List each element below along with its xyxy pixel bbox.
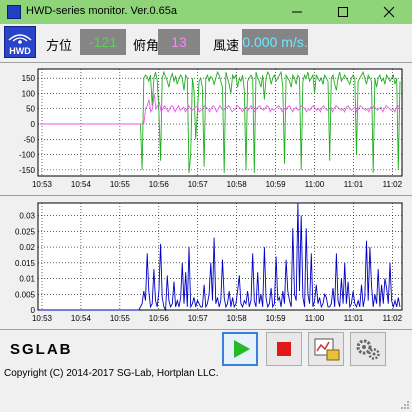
y-tick-label: -50 bbox=[23, 135, 35, 144]
window-title: HWD-series monitor. Ver.0.65a bbox=[26, 5, 178, 17]
close-button[interactable] bbox=[366, 0, 412, 24]
y-tick-label: -100 bbox=[19, 151, 36, 160]
y-tick-label: 0.02 bbox=[19, 243, 35, 252]
x-tick-label: 11:00 bbox=[305, 314, 325, 323]
close-icon bbox=[383, 6, 395, 18]
play-button[interactable] bbox=[222, 332, 258, 366]
svg-text:HWD: HWD bbox=[9, 46, 31, 56]
azimuth-label: 方位 bbox=[46, 38, 73, 53]
y-tick-label: 0.005 bbox=[15, 290, 36, 299]
x-tick-label: 10:56 bbox=[149, 180, 170, 189]
y-tick-label: 150 bbox=[22, 74, 36, 83]
minimize-button[interactable] bbox=[274, 0, 320, 24]
x-tick-label: 10:58 bbox=[227, 314, 248, 323]
sglab-logo: SGLAB bbox=[10, 341, 73, 358]
gear-icon bbox=[356, 339, 380, 360]
x-tick-label: 10:57 bbox=[188, 180, 209, 189]
x-tick-label: 10:54 bbox=[71, 180, 92, 189]
wind-speed-value: 0.000 m/s. bbox=[242, 29, 308, 55]
x-tick-label: 10:58 bbox=[227, 180, 248, 189]
x-tick-label: 11:01 bbox=[344, 180, 364, 189]
app-icon bbox=[7, 5, 21, 19]
angle-plot-area bbox=[37, 68, 403, 177]
azimuth-value: -121 bbox=[80, 29, 126, 55]
angle-chart: 150 100 50 0 -50 -100 -150 10:53 10:54 10:55 10:5… bbox=[19, 68, 403, 189]
maximize-icon bbox=[338, 7, 348, 17]
y-tick-label: 0.015 bbox=[15, 259, 36, 268]
readout-header: HWD 方位 -121 俯角 13 風速 0.000 m/s. bbox=[0, 24, 412, 62]
y-tick-label: 50 bbox=[26, 105, 35, 114]
x-tick-label: 11:02 bbox=[383, 314, 403, 323]
hwd-logo: HWD bbox=[4, 26, 36, 58]
settings-button[interactable] bbox=[350, 332, 386, 366]
resize-grip-icon[interactable] bbox=[400, 400, 410, 410]
stop-button[interactable] bbox=[266, 332, 302, 366]
elevation-value: 13 bbox=[158, 29, 200, 55]
play-icon bbox=[234, 340, 250, 358]
x-tick-label: 11:02 bbox=[383, 180, 403, 189]
hwd-logo-graphic: HWD bbox=[8, 34, 32, 56]
stop-icon bbox=[277, 342, 291, 356]
x-tick-label: 11:00 bbox=[305, 180, 325, 189]
x-tick-label: 10:56 bbox=[149, 314, 170, 323]
x-tick-label: 10:53 bbox=[32, 314, 53, 323]
x-tick-label: 10:59 bbox=[266, 180, 287, 189]
x-tick-label: 10:55 bbox=[110, 314, 131, 323]
x-tick-label: 10:59 bbox=[266, 314, 287, 323]
y-tick-label: 0 bbox=[31, 120, 36, 129]
wind-speed-label: 風速 bbox=[213, 38, 240, 53]
x-tick-label: 10:55 bbox=[110, 180, 131, 189]
y-tick-label: 0.03 bbox=[19, 212, 35, 221]
y-tick-label: 0.01 bbox=[19, 275, 35, 284]
elevation-label: 俯角 bbox=[133, 38, 160, 53]
x-tick-label: 10:57 bbox=[188, 314, 209, 323]
chart-export-icon bbox=[314, 338, 340, 361]
y-tick-label: 0.025 bbox=[15, 227, 36, 236]
x-tick-label: 10:54 bbox=[71, 314, 92, 323]
x-tick-label: 11:01 bbox=[344, 314, 364, 323]
maximize-button[interactable] bbox=[320, 0, 366, 24]
y-tick-label: 100 bbox=[22, 89, 36, 98]
control-bar: SGLAB bbox=[0, 330, 412, 366]
export-button[interactable] bbox=[308, 332, 344, 366]
copyright-text: Copyright (C) 2014-2017 SG-Lab, Hortplan… bbox=[4, 368, 219, 379]
title-bar: HWD-series monitor. Ver.0.65a bbox=[0, 0, 412, 24]
y-tick-label: -150 bbox=[19, 166, 36, 175]
minimize-icon bbox=[292, 11, 302, 13]
wind-chart: 0.030.0250.020.0150.010.0050 10:53 10:54 1… bbox=[15, 202, 403, 323]
x-tick-label: 10:53 bbox=[32, 180, 53, 189]
